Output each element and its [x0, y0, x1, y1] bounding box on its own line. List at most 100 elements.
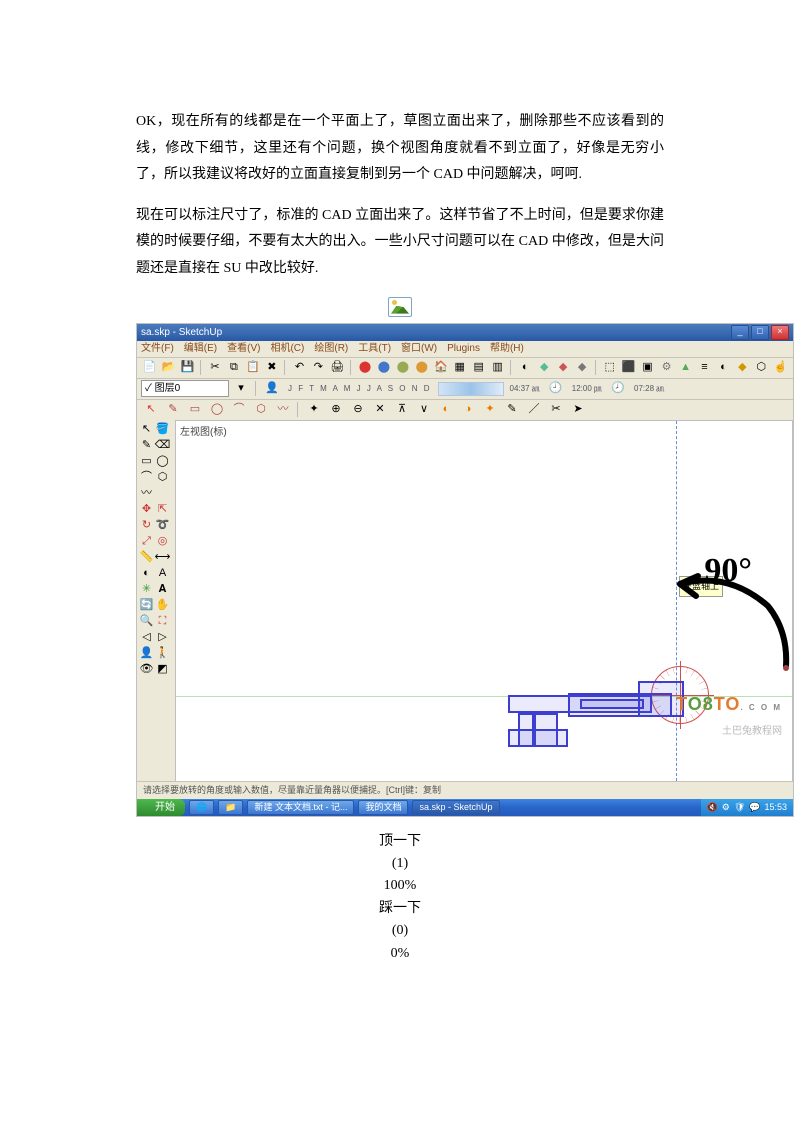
tool-icon[interactable]: ✦ [304, 401, 324, 419]
left-toolbox: ↖🪣 ✎⌫ ▭◯ ⌒⬡ 〰 ✥⇱ ↻➰ ⤢◎ 📏⟷ ◐A ✳𝐀 🔄✋ 🔍⛶ ◁▷… [137, 420, 180, 782]
tool-shadow-icon[interactable]: ◐ [517, 359, 534, 377]
tool-plugin-icon[interactable]: ⚙ [658, 359, 675, 377]
tool-copy-icon[interactable]: ⧉ [225, 359, 242, 377]
tool-icon[interactable]: ✎ [163, 401, 183, 419]
tool-icon[interactable]: ➤ [568, 401, 588, 419]
menu-help[interactable]: 帮助(H) [490, 339, 524, 358]
tool-icon[interactable]: ✎ [502, 401, 522, 419]
layer-tool-icon[interactable]: ▾ [231, 380, 251, 398]
tool-view-icon[interactable]: ▥ [489, 359, 506, 377]
tool-view-icon[interactable]: ▤ [470, 359, 487, 377]
tool-look-icon[interactable]: 👁 [139, 662, 154, 677]
tool-style-icon[interactable]: ◆ [574, 359, 591, 377]
time-slider[interactable] [438, 382, 504, 396]
time-label-3: 07:28 ㏂ [630, 381, 668, 396]
menu-file[interactable]: 文件(F) [141, 339, 174, 358]
tool-style-icon[interactable]: ◆ [536, 359, 553, 377]
tool-section-icon[interactable]: ▣ [639, 359, 656, 377]
tool-open-icon[interactable]: 📂 [160, 359, 177, 377]
shadow-tool-icon[interactable]: 👤 [262, 380, 282, 398]
tool-icon[interactable]: ∨ [414, 401, 434, 419]
toolbar-divider [255, 381, 258, 396]
toolbar-divider [297, 402, 300, 417]
tool-icon[interactable]: ✕ [370, 401, 390, 419]
tool-style-icon[interactable]: ⬤ [394, 359, 411, 377]
tool-icon[interactable]: ⊼ [392, 401, 412, 419]
tool-section-icon[interactable]: ⬛ [620, 359, 637, 377]
tool-icon[interactable]: ⊖ [348, 401, 368, 419]
tool-icon[interactable]: ◑ [458, 401, 478, 419]
tool-plugin-icon[interactable]: ◐ [715, 359, 732, 377]
menu-camera[interactable]: 相机(C) [270, 339, 304, 358]
tool-plugin-icon[interactable]: ☝ [772, 359, 789, 377]
maximize-button[interactable]: □ [751, 325, 769, 340]
tray-icon[interactable]: 🛡 [734, 799, 745, 816]
tool-erase-icon[interactable]: ✖ [263, 359, 280, 377]
tray-icon[interactable]: ⚙ [722, 799, 730, 816]
close-button[interactable]: × [771, 325, 789, 340]
tool-icon[interactable]: ／ [524, 401, 544, 419]
toolbar-divider [284, 360, 287, 375]
tool-undo-icon[interactable]: ↶ [291, 359, 308, 377]
clock-icon[interactable]: 🕗 [608, 380, 628, 398]
tool-polygon-icon[interactable]: ⬡ [155, 470, 170, 485]
layer-selector[interactable]: ✓ 图层0 [141, 380, 229, 397]
menu-edit[interactable]: 编辑(E) [184, 339, 217, 358]
taskbar-folder-icon[interactable]: 📁 [218, 800, 243, 815]
menu-view[interactable]: 查看(V) [227, 339, 260, 358]
tool-style-icon[interactable]: ⬤ [413, 359, 430, 377]
tool-section-icon[interactable]: ◩ [155, 662, 170, 677]
paragraph-1-text: OK，现在所有的线都是在一个平面上了，草图立面出来了，删除那些不应该看到的线，修… [136, 114, 664, 182]
minimize-button[interactable]: _ [731, 325, 749, 340]
system-tray[interactable]: 🔇 ⚙ 🛡 💬 15:53 [701, 799, 793, 816]
tool-icon[interactable]: ▭ [185, 401, 205, 419]
tool-save-icon[interactable]: 💾 [179, 359, 196, 377]
tool-icon[interactable]: 〰 [273, 401, 293, 419]
tool-plugin-icon[interactable]: ⬡ [753, 359, 770, 377]
tool-icon[interactable]: ◐ [436, 401, 456, 419]
clock-icon[interactable]: 🕘 [546, 380, 566, 398]
tool-paste-icon[interactable]: 📋 [244, 359, 261, 377]
paragraph-1: OK，现在所有的线都是在一个平面上了，草图立面出来了，删除那些不应该看到的线，修… [136, 109, 664, 189]
tool-style-icon[interactable]: ⬤ [375, 359, 392, 377]
tool-section-icon[interactable]: ⬚ [601, 359, 618, 377]
tool-print-icon[interactable]: 🖨 [329, 359, 346, 377]
tool-plugin-icon[interactable]: ◆ [734, 359, 751, 377]
vote-down-label[interactable]: 踩一下 [0, 898, 800, 920]
tool-icon[interactable]: ✂ [546, 401, 566, 419]
watermark: TO8TO. C O M 土巴兔教程网 [676, 687, 782, 740]
tool-icon[interactable]: ⬡ [251, 401, 271, 419]
tool-style-icon[interactable]: ⬤ [357, 359, 374, 377]
taskbar-item-active[interactable]: sa.skp - SketchUp [412, 800, 499, 815]
tool-view-icon[interactable]: ▦ [451, 359, 468, 377]
tray-icon[interactable]: 🔇 [707, 799, 718, 816]
menu-plugins[interactable]: Plugins [447, 339, 480, 358]
vote-down-count: (0) [0, 920, 800, 942]
taskbar-item[interactable]: 我的文档 [358, 800, 408, 815]
menu-tools[interactable]: 工具(T) [358, 339, 391, 358]
tool-house-icon[interactable]: 🏠 [432, 359, 449, 377]
tool-style-icon[interactable]: ◆ [555, 359, 572, 377]
tool-plugin-icon[interactable]: ▲ [677, 359, 694, 377]
tool-new-icon[interactable]: 📄 [141, 359, 158, 377]
tool-icon[interactable]: ↖ [141, 401, 161, 419]
tool-icon[interactable]: ◯ [207, 401, 227, 419]
start-button[interactable]: 开始 [137, 799, 185, 816]
tool-cut-icon[interactable]: ✂ [207, 359, 224, 377]
tool-icon[interactable]: ✦ [480, 401, 500, 419]
tool-icon[interactable]: ⌒ [229, 401, 249, 419]
tool-redo-icon[interactable]: ↷ [310, 359, 327, 377]
viewport[interactable]: 左视图(标) 在蓝轴上 90° TO8TO. C O M 土巴兔教程网 [175, 420, 793, 782]
taskbar-ie-icon[interactable]: 🌐 [189, 800, 214, 815]
taskbar-item[interactable]: 新建 文本文档.txt - 记... [247, 800, 354, 815]
tray-icon[interactable]: 💬 [749, 799, 760, 816]
tray-clock: 15:53 [764, 799, 787, 816]
vote-up-percent: 100% [0, 875, 800, 897]
menu-window[interactable]: 窗口(W) [401, 339, 437, 358]
menu-draw[interactable]: 绘图(R) [314, 339, 348, 358]
vote-block: 顶一下 (1) 100% 踩一下 (0) 0% [0, 831, 800, 965]
tool-icon[interactable]: ⊕ [326, 401, 346, 419]
vote-up-label[interactable]: 顶一下 [0, 831, 800, 853]
sketchup-screenshot: sa.skp - SketchUp _ □ × 文件(F) 编辑(E) 查看(V… [136, 323, 794, 817]
tool-plugin-icon[interactable]: ≡ [696, 359, 713, 377]
